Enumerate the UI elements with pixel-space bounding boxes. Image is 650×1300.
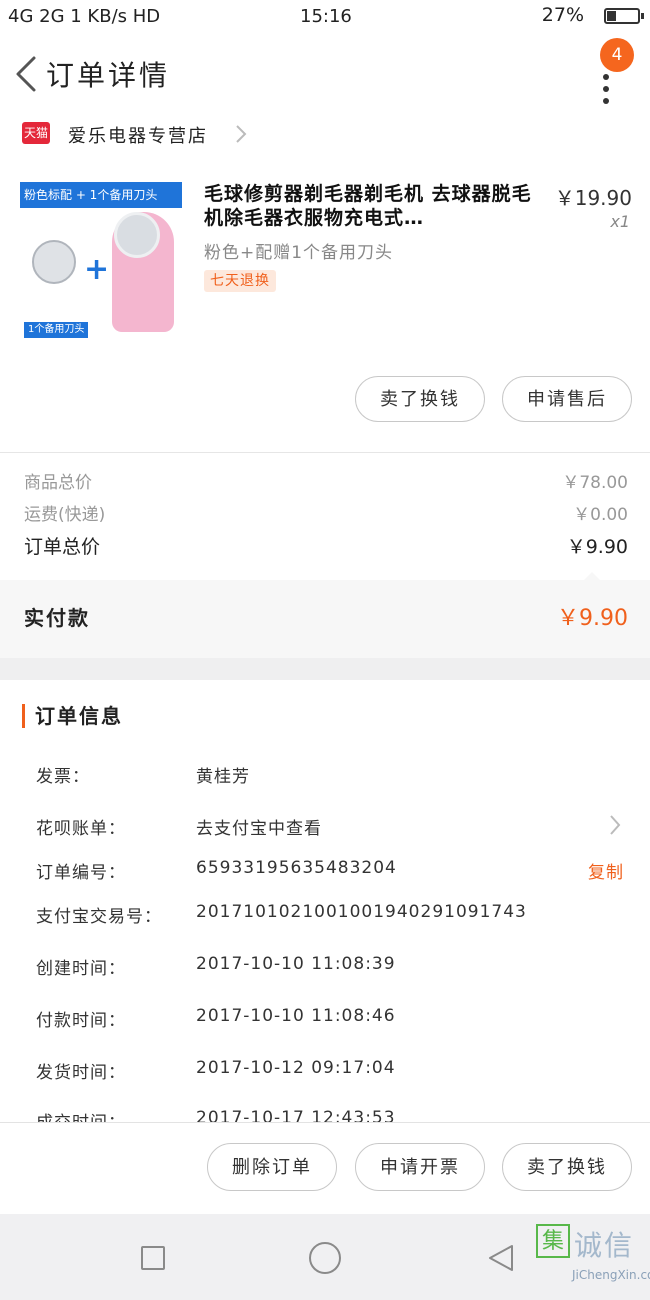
order-total-row: 订单总价 ￥9.90 [24, 532, 628, 559]
battery-icon [604, 8, 644, 24]
chevron-right-icon[interactable] [608, 814, 622, 836]
alipay-trade-value: 2017101021001001940291091743 [196, 902, 527, 922]
watermark-logo-icon: 集 [536, 1224, 570, 1258]
watermark: 集 诚信 JiChengXin.com [532, 1224, 650, 1294]
completed-time-value: 2017-10-17 12:43:53 [196, 1108, 396, 1122]
goods-total-value: ￥78.00 [562, 473, 628, 493]
shipped-time-value: 2017-10-12 09:17:04 [196, 1058, 396, 1078]
goods-total-row: 商品总价 ￥78.00 [24, 468, 628, 493]
product-quantity: x1 [610, 212, 630, 231]
product-image[interactable]: 粉色标配 + 1个备用刀头 + 1个备用刀头 [20, 182, 182, 346]
product-spec: 粉色+配赠1个备用刀头 [204, 243, 394, 263]
chevron-right-icon[interactable] [234, 124, 248, 144]
paid-amount-row: 实付款 ￥9.90 [0, 580, 650, 658]
sell-item-button[interactable]: 卖了换钱 [355, 376, 485, 422]
after-sale-button[interactable]: 申请售后 [502, 376, 632, 422]
product-price: ￥19.90 [554, 186, 632, 210]
shipping-row: 运费(快递) ￥0.00 [24, 500, 628, 525]
recent-apps-icon[interactable] [141, 1246, 165, 1270]
back-arrow-icon[interactable] [12, 54, 42, 94]
battery-percent: 27% [541, 4, 584, 26]
invoice-value: 黄桂芳 [196, 767, 250, 787]
back-icon[interactable] [484, 1242, 516, 1274]
order-total-value: ￥9.90 [566, 536, 628, 558]
status-bar: 4G 2G 1 KB/s HD 15:16 27% [0, 0, 650, 34]
alipay-trade-label: 支付宝交易号： [36, 907, 162, 927]
order-number-label: 订单编号： [36, 863, 126, 883]
shaver-head [114, 212, 160, 258]
product-image-tag: 1个备用刀头 [24, 322, 89, 338]
clock: 15:16 [300, 6, 352, 27]
completed-time-label: 成交时间： [36, 1108, 126, 1122]
shipping-value: ￥0.00 [573, 505, 628, 525]
notification-badge[interactable]: 4 [600, 38, 634, 72]
goods-total-label: 商品总价 [24, 473, 92, 493]
order-total-label: 订单总价 [24, 536, 101, 558]
shipped-time-label: 发货时间： [36, 1063, 126, 1083]
shop-name[interactable]: 爱乐电器专营店 [68, 122, 208, 148]
product-title[interactable]: 毛球修剪器剃毛器剃毛机 去球器脱毛机除毛器衣服物充电式… [204, 182, 534, 230]
home-icon[interactable] [309, 1242, 341, 1274]
system-nav-bar: 集 诚信 JiChengXin.com [0, 1214, 650, 1300]
huabei-link[interactable]: 去支付宝中查看 [196, 814, 322, 839]
blade-icon [32, 240, 76, 284]
bottom-action-bar: 删除订单 申请开票 卖了换钱 [0, 1122, 650, 1215]
section-title: 订单信息 [22, 704, 123, 728]
divider [0, 452, 650, 453]
app-header: 订单详情 4 [0, 34, 650, 118]
tmall-icon: 天猫 [22, 122, 50, 144]
delete-order-button[interactable]: 删除订单 [207, 1143, 337, 1191]
paid-time-label: 付款时间： [36, 1011, 126, 1031]
sell-button[interactable]: 卖了换钱 [502, 1143, 632, 1191]
paid-time-value: 2017-10-10 11:08:46 [196, 1006, 396, 1026]
product-image-banner: 粉色标配 + 1个备用刀头 [20, 182, 182, 208]
invoice-label: 发票： [36, 767, 90, 787]
paid-label: 实付款 [24, 606, 90, 630]
request-invoice-button[interactable]: 申请开票 [355, 1143, 485, 1191]
order-number-value: 65933195635483204 [196, 858, 397, 878]
watermark-url: JiChengXin.com [572, 1268, 650, 1282]
copy-button[interactable]: 复制 [588, 858, 624, 883]
plus-icon: + [84, 252, 110, 287]
created-time-label: 创建时间： [36, 959, 126, 979]
huabei-label: 花呗账单： [36, 819, 126, 839]
watermark-text: 诚信 [574, 1229, 635, 1262]
order-card: 天猫 爱乐电器专营店 粉色标配 + 1个备用刀头 + 1个备用刀头 毛球修剪器剃… [0, 118, 650, 658]
return-policy-badge: 七天退换 [204, 270, 276, 292]
page-title: 订单详情 [46, 59, 171, 92]
order-info-section: 订单信息 发票： 黄桂芳 花呗账单： 去支付宝中查看 订单编号： 6593319… [0, 680, 650, 1122]
paid-value: ￥9.90 [557, 606, 628, 631]
created-time-value: 2017-10-10 11:08:39 [196, 954, 396, 974]
shipping-label: 运费(快递) [24, 505, 106, 525]
signal-status: 4G 2G 1 KB/s HD [8, 6, 161, 27]
